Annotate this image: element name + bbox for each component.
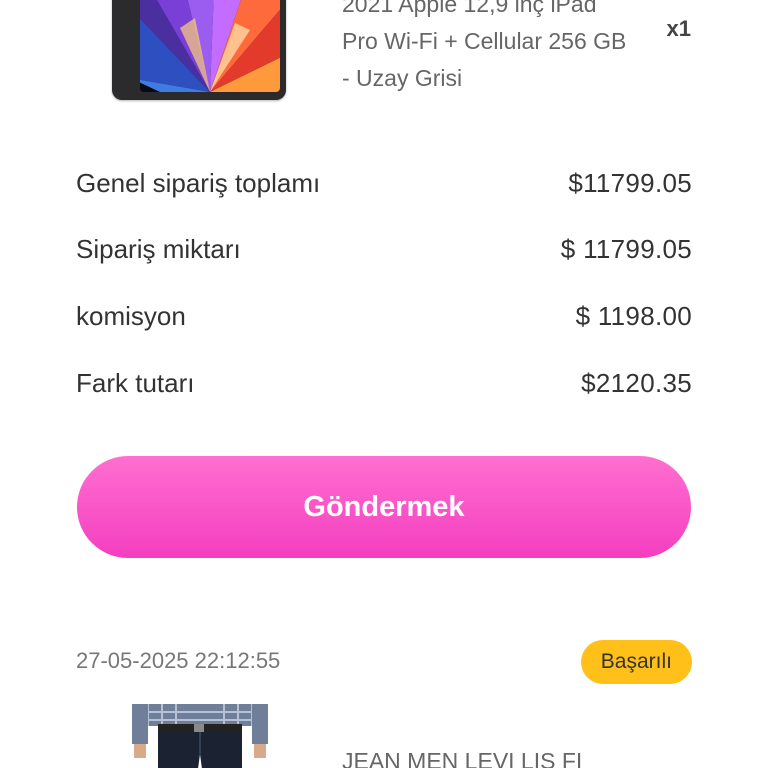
- summary-value: $ 1198.00: [575, 300, 692, 331]
- summary-label: Genel sipariş toplamı: [76, 167, 321, 198]
- summary-row-difference: Fark tutarı $2120.35: [76, 350, 692, 417]
- product-title: JEAN MEN LEVI LIS FI: [342, 748, 583, 768]
- order-product-item[interactable]: 2021 Apple 12,9 inç iPad Pro Wi-Fi + Cel…: [0, 0, 768, 120]
- status-badge: Başarılı: [580, 640, 692, 684]
- order-summary: Genel sipariş toplamı $11799.05 Sipariş …: [76, 150, 692, 416]
- product-quantity: x1: [666, 16, 691, 41]
- jeans-image[interactable]: [96, 704, 304, 768]
- summary-row-order-amount: Sipariş miktarı $ 11799.05: [76, 217, 692, 284]
- product-title-line: - Uzay Grisi: [342, 65, 463, 91]
- summary-value: $ 11799.05: [560, 234, 692, 265]
- product-title-line: Pro Wi-Fi + Cellular 256 GB: [342, 28, 627, 54]
- summary-value: $11799.05: [568, 167, 692, 198]
- summary-value: $2120.35: [581, 367, 692, 398]
- order-page: 2021 Apple 12,9 inç iPad Pro Wi-Fi + Cel…: [0, 0, 768, 768]
- order-date: 27-05-2025 22:12:55: [76, 648, 281, 673]
- summary-label: Fark tutarı: [76, 367, 195, 398]
- product-title: 2021 Apple 12,9 inç iPad Pro Wi-Fi + Cel…: [342, 0, 642, 97]
- summary-label: Sipariş miktarı: [76, 234, 241, 265]
- ipad-pro-image: [112, 0, 286, 100]
- product-title-line: 2021 Apple 12,9 inç iPad: [342, 0, 597, 17]
- submit-button[interactable]: Göndermek: [77, 456, 691, 558]
- summary-row-grand-total: Genel sipariş toplamı $11799.05: [76, 150, 692, 217]
- summary-label: komisyon: [76, 300, 186, 331]
- summary-row-commission: komisyon $ 1198.00: [76, 283, 692, 350]
